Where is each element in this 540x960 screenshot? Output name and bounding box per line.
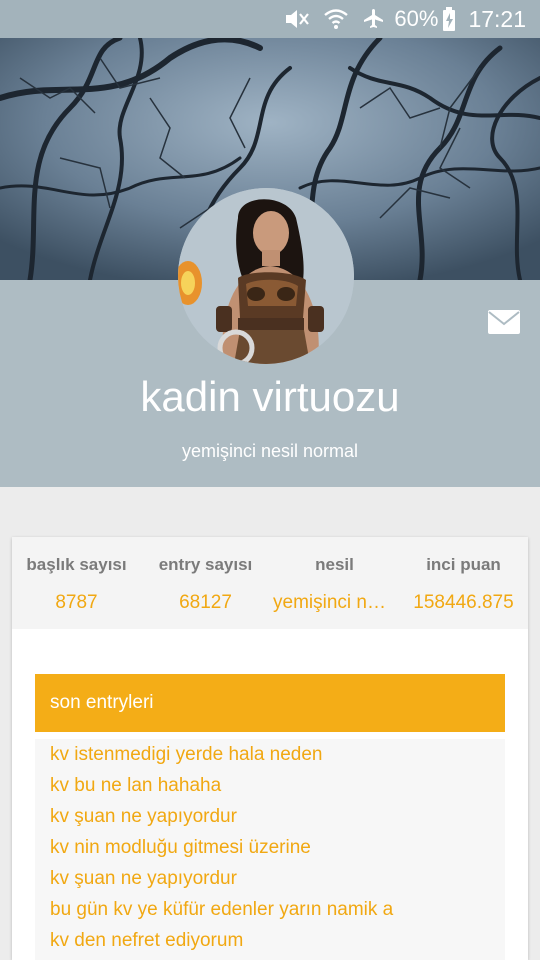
entries-header: son entryleri [35, 674, 505, 732]
stats-row: başlık sayısı 8787 entry sayısı 68127 ne… [12, 537, 528, 629]
wifi-icon [324, 9, 349, 29]
airplane-icon [362, 7, 386, 31]
avatar[interactable] [178, 188, 354, 364]
stat-value: 68127 [179, 592, 232, 613]
battery-percent: 60% [394, 6, 439, 31]
battery-charging-icon [442, 7, 456, 31]
stat-value: yemişinci nes... [273, 592, 399, 613]
entry-link[interactable]: kv şuan ne yapıyordur [35, 801, 505, 832]
stat-baslik: başlık sayısı 8787 [12, 537, 141, 629]
entry-link[interactable]: kv istenmedigi yerde hala neden [35, 739, 505, 770]
stat-label: entry sayısı [158, 555, 253, 574]
stat-label: nesil [315, 555, 354, 574]
entry-link[interactable]: bu gün kv ye küfür edenler yarın namik a [35, 894, 505, 925]
entries-list: kv istenmedigi yerde hala neden kv bu ne… [35, 739, 505, 960]
clock-time: 17:21 [468, 5, 526, 32]
status-bar: 60% 17:21 [0, 0, 540, 38]
stat-entry: entry sayısı 68127 [141, 537, 270, 629]
user-generation: yemişinci nesil normal [181, 441, 359, 461]
entry-link[interactable]: kv den nefret ediyorum [35, 925, 505, 956]
stat-label: başlık sayısı [26, 555, 127, 574]
stat-label: inci puan [426, 555, 501, 574]
stat-nesil: nesil yemişinci nes... [270, 537, 399, 629]
username: kadin virtuozu [140, 373, 400, 420]
stat-value: 8787 [55, 592, 98, 613]
entry-link[interactable]: kv nin modluğu gitmesi üzerine [35, 832, 505, 863]
entry-link[interactable]: kv şuan ne yapıyordur [35, 863, 505, 894]
mute-icon [284, 8, 310, 30]
entry-link[interactable]: kv bu ne lan hahaha [35, 770, 505, 801]
profile-card: başlık sayısı 8787 entry sayısı 68127 ne… [12, 537, 528, 960]
stat-value: 158446.875 [413, 592, 514, 613]
stat-inci-puan: inci puan 158446.875 [399, 537, 528, 629]
mail-icon[interactable] [487, 308, 521, 336]
